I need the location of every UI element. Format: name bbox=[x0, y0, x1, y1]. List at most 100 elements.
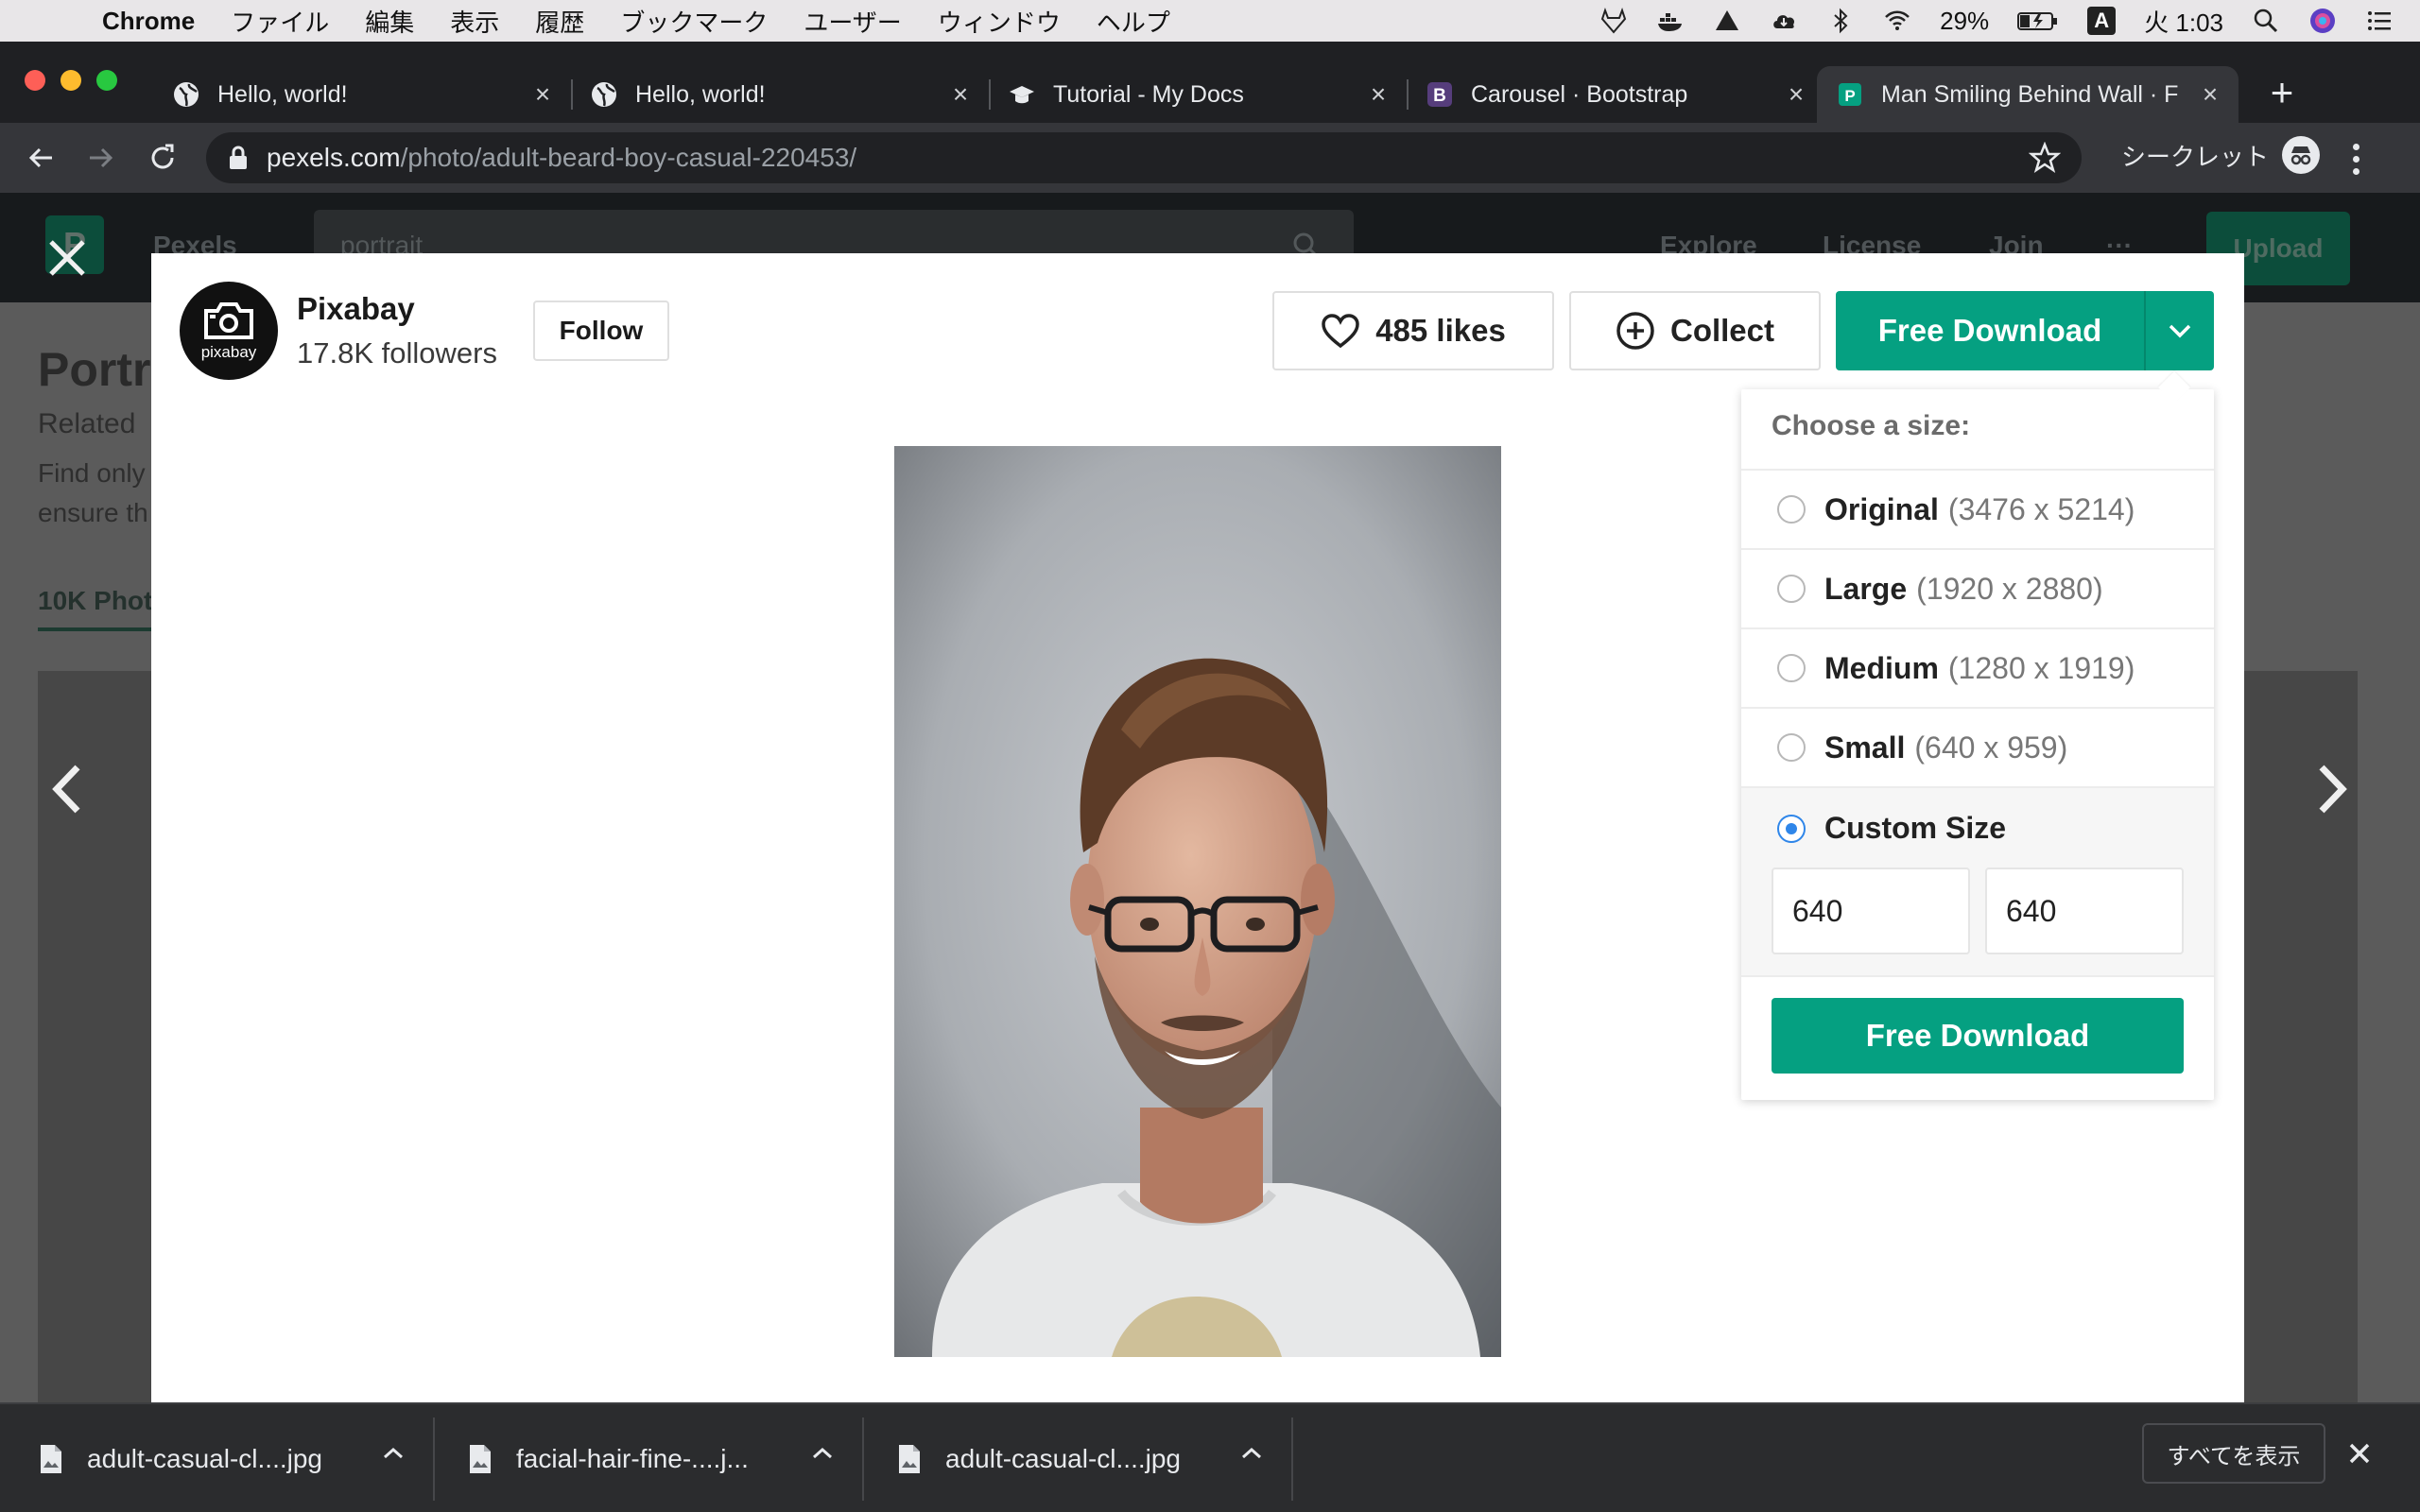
download-size-dropdown: Choose a size: Original (3476 x 5214) La… bbox=[1741, 389, 2214, 1100]
gitlab-icon[interactable] bbox=[1599, 7, 1628, 35]
size-free-download-button[interactable]: Free Download bbox=[1772, 998, 2184, 1074]
size-option-medium[interactable]: Medium (1280 x 1919) bbox=[1741, 627, 2214, 707]
input-source-icon[interactable]: A bbox=[2087, 7, 2117, 35]
chevron-up-icon[interactable] bbox=[809, 1444, 836, 1463]
radio-button[interactable] bbox=[1777, 654, 1806, 682]
tab-carousel-bootstrap[interactable]: B Carousel · Bootstrap × bbox=[1407, 66, 1824, 123]
radio-button-selected[interactable] bbox=[1777, 814, 1806, 843]
incognito-label: シークレット bbox=[2121, 142, 2270, 171]
menu-history[interactable]: 履歴 bbox=[535, 4, 584, 39]
menu-edit[interactable]: 編集 bbox=[365, 4, 414, 39]
cloud-icon[interactable] bbox=[1770, 7, 1798, 35]
menu-file[interactable]: ファイル bbox=[231, 4, 329, 39]
modal-close-icon[interactable] bbox=[43, 234, 91, 282]
menu-bookmarks[interactable]: ブックマーク bbox=[620, 4, 768, 39]
show-all-downloads-button[interactable]: すべてを表示 bbox=[2142, 1423, 2325, 1484]
tab-close-icon[interactable]: × bbox=[1363, 79, 1393, 110]
new-tab-button[interactable]: + bbox=[2256, 66, 2308, 119]
chevron-down-icon bbox=[2169, 324, 2191, 338]
menu-people[interactable]: ユーザー bbox=[804, 4, 901, 39]
free-download-button[interactable]: Free Download bbox=[1836, 291, 2144, 370]
reload-button[interactable] bbox=[140, 135, 185, 180]
photo-modal: pixabay Pixabay 17.8K followers Follow 4… bbox=[151, 253, 2244, 1402]
battery-icon[interactable] bbox=[2017, 7, 2059, 35]
tab-close-icon[interactable]: × bbox=[945, 79, 976, 110]
size-option-name: Large bbox=[1824, 571, 1908, 606]
size-option-original[interactable]: Original (3476 x 5214) bbox=[1741, 469, 2214, 548]
download-options-toggle[interactable] bbox=[2144, 291, 2214, 370]
incognito-icon bbox=[2282, 136, 2321, 174]
photo-count-tab[interactable]: 10K Phot bbox=[38, 586, 153, 631]
tab-tutorial-my-docs[interactable]: Tutorial - My Docs × bbox=[989, 66, 1409, 123]
author-avatar[interactable]: pixabay bbox=[180, 282, 278, 380]
custom-height-input[interactable]: 640 bbox=[1985, 868, 2184, 954]
collect-label: Collect bbox=[1669, 313, 1775, 348]
custom-width-input[interactable]: 640 bbox=[1772, 868, 1970, 954]
tab-hello-world-2[interactable]: Hello, world! × bbox=[571, 66, 991, 123]
tab-title: Hello, world! bbox=[635, 80, 766, 108]
spotlight-search-icon[interactable] bbox=[2252, 7, 2280, 35]
download-filename: facial-hair-fine-....j... bbox=[516, 1444, 749, 1473]
size-option-small[interactable]: Small (640 x 959) bbox=[1741, 707, 2214, 786]
siri-icon[interactable] bbox=[2308, 7, 2337, 35]
window-controls bbox=[25, 70, 117, 91]
related-label: Related bbox=[38, 408, 136, 439]
size-option-large[interactable]: Large (1920 x 2880) bbox=[1741, 548, 2214, 627]
tab-title: Hello, world! bbox=[217, 80, 348, 108]
back-button[interactable] bbox=[19, 135, 64, 180]
radio-button[interactable] bbox=[1777, 495, 1806, 524]
custom-size-label-row[interactable]: Custom Size bbox=[1777, 811, 2006, 846]
menu-app-name[interactable]: Chrome bbox=[102, 7, 195, 36]
chevron-up-icon[interactable] bbox=[1238, 1444, 1265, 1463]
download-item[interactable]: facial-hair-fine-....j... bbox=[467, 1404, 845, 1512]
wifi-icon[interactable] bbox=[1883, 7, 1911, 35]
main-photo[interactable] bbox=[894, 446, 1501, 1357]
close-shelf-icon[interactable] bbox=[2344, 1438, 2375, 1469]
like-button[interactable]: 485 likes bbox=[1272, 291, 1554, 370]
address-bar[interactable]: pexels.com/photo/adult-beard-boy-casual-… bbox=[206, 132, 2082, 183]
tab-title: Tutorial - My Docs bbox=[1053, 80, 1244, 108]
collect-button[interactable]: Collect bbox=[1569, 291, 1821, 370]
menu-help[interactable]: ヘルプ bbox=[1097, 4, 1170, 39]
window-minimize-button[interactable] bbox=[60, 70, 81, 91]
svg-text:P: P bbox=[1844, 87, 1855, 105]
radio-button[interactable] bbox=[1777, 733, 1806, 762]
radio-button[interactable] bbox=[1777, 575, 1806, 603]
tab-pexels-active[interactable]: P Man Smiling Behind Wall · F × bbox=[1817, 66, 2238, 123]
download-item[interactable]: adult-casual-cl....jpg bbox=[38, 1404, 416, 1512]
size-option-dims: (1920 x 2880) bbox=[1916, 571, 2103, 606]
size-option-custom[interactable]: Custom Size 640 640 bbox=[1741, 786, 2214, 977]
notification-center-icon[interactable] bbox=[2365, 7, 2394, 35]
drive-icon[interactable] bbox=[1713, 7, 1741, 35]
next-photo-arrow-icon[interactable] bbox=[2303, 747, 2360, 832]
incognito-indicator[interactable]: シークレット bbox=[2121, 136, 2321, 174]
forward-button[interactable] bbox=[78, 135, 123, 180]
lock-icon[interactable] bbox=[227, 145, 250, 171]
shelf-divider bbox=[1291, 1418, 1293, 1501]
window-close-button[interactable] bbox=[25, 70, 45, 91]
tab-close-icon[interactable]: × bbox=[2195, 79, 2225, 110]
tab-hello-world-1[interactable]: Hello, world! × bbox=[153, 66, 573, 123]
chevron-up-icon[interactable] bbox=[380, 1444, 406, 1463]
pexels-icon: P bbox=[1836, 80, 1864, 109]
author-name[interactable]: Pixabay bbox=[297, 291, 415, 327]
download-item[interactable]: adult-casual-cl....jpg bbox=[896, 1404, 1274, 1512]
window-zoom-button[interactable] bbox=[96, 70, 117, 91]
docker-icon[interactable] bbox=[1656, 7, 1685, 35]
battery-percent: 29% bbox=[1940, 6, 1990, 35]
menu-view[interactable]: 表示 bbox=[450, 4, 499, 39]
chrome-tab-strip: Hello, world! × Hello, world! × Tutorial… bbox=[0, 42, 2420, 123]
tab-close-icon[interactable]: × bbox=[527, 79, 558, 110]
bootstrap-icon: B bbox=[1426, 80, 1454, 109]
avatar-text: pixabay bbox=[200, 343, 257, 361]
image-file-icon bbox=[41, 1445, 61, 1473]
menu-window[interactable]: ウィンドウ bbox=[938, 4, 1061, 39]
tab-close-icon[interactable]: × bbox=[1781, 79, 1811, 110]
bookmark-star-icon[interactable] bbox=[2029, 142, 2061, 174]
chrome-menu-icon[interactable] bbox=[2344, 136, 2367, 181]
previous-photo-arrow-icon[interactable] bbox=[40, 747, 96, 832]
camera-icon bbox=[204, 302, 253, 339]
menubar-clock[interactable]: 火 1:03 bbox=[2144, 4, 2223, 39]
follow-button[interactable]: Follow bbox=[533, 301, 669, 361]
bluetooth-icon[interactable] bbox=[1826, 7, 1855, 35]
